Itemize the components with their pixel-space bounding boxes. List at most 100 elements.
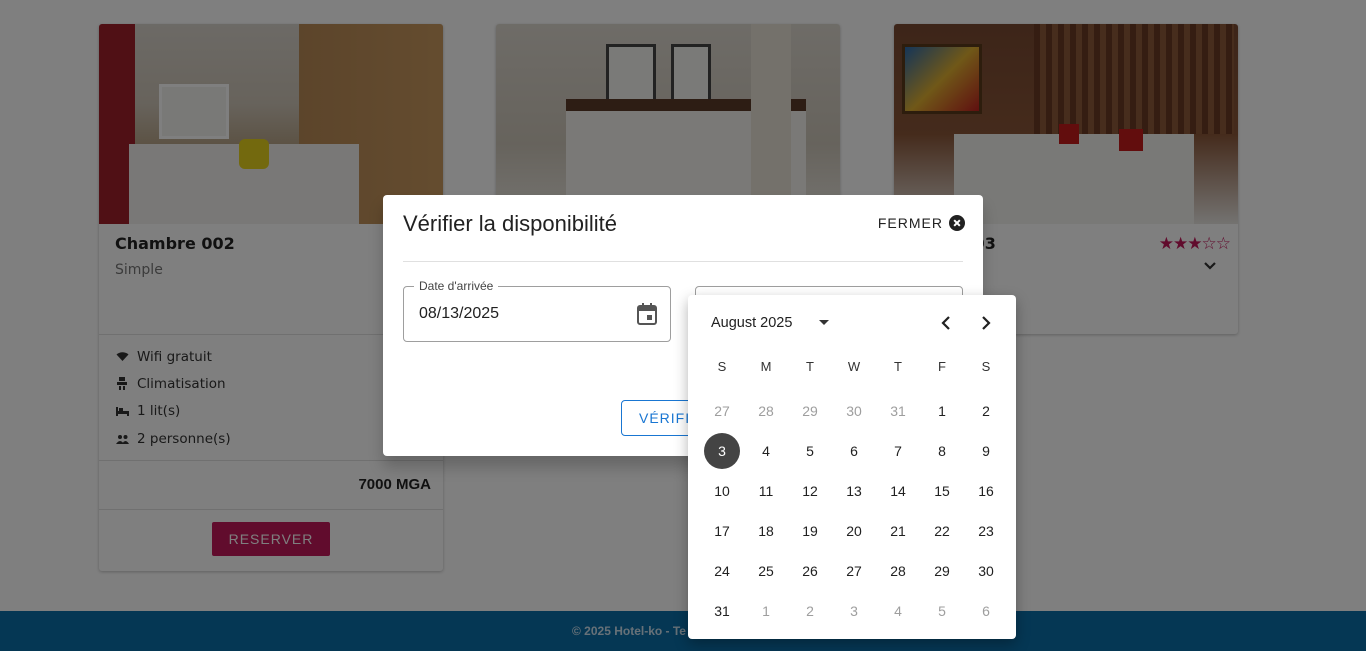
day-cell[interactable]: 15 bbox=[920, 471, 964, 511]
day-number: 9 bbox=[982, 443, 990, 459]
day-cell[interactable]: 16 bbox=[964, 471, 1008, 511]
day-cell[interactable]: 26 bbox=[788, 551, 832, 591]
day-number: 1 bbox=[938, 403, 946, 419]
day-number: 2 bbox=[982, 403, 990, 419]
close-button[interactable]: FERMER bbox=[878, 215, 965, 231]
day-number: 11 bbox=[758, 483, 774, 499]
day-number: 7 bbox=[894, 443, 902, 459]
day-cell[interactable]: 11 bbox=[744, 471, 788, 511]
day-cell[interactable]: 3 bbox=[832, 591, 876, 631]
day-number: 6 bbox=[982, 603, 990, 619]
day-number: 27 bbox=[714, 403, 730, 419]
day-cell[interactable]: 17 bbox=[700, 511, 744, 551]
day-cell[interactable]: 30 bbox=[964, 551, 1008, 591]
day-number: 23 bbox=[978, 523, 994, 539]
day-cell[interactable]: 12 bbox=[788, 471, 832, 511]
day-number: 29 bbox=[934, 563, 950, 579]
close-label: FERMER bbox=[877, 215, 943, 231]
day-cell[interactable]: 14 bbox=[876, 471, 920, 511]
day-number: 5 bbox=[806, 443, 814, 459]
day-cell[interactable]: 9 bbox=[964, 431, 1008, 471]
weekday-label: S bbox=[717, 359, 727, 374]
day-cell[interactable]: 2 bbox=[788, 591, 832, 631]
day-number: 31 bbox=[714, 603, 730, 619]
day-number: 28 bbox=[758, 403, 774, 419]
day-cell[interactable]: 23 bbox=[964, 511, 1008, 551]
weekday-label: W bbox=[847, 359, 861, 374]
day-cell[interactable]: 1 bbox=[744, 591, 788, 631]
day-cell[interactable]: 30 bbox=[832, 391, 876, 431]
day-cell[interactable]: 4 bbox=[876, 591, 920, 631]
arrival-date-value[interactable]: 08/13/2025 bbox=[419, 305, 499, 323]
day-cell[interactable]: 29 bbox=[788, 391, 832, 431]
day-cell[interactable]: 13 bbox=[832, 471, 876, 511]
day-number: 14 bbox=[890, 483, 906, 499]
weekday-header: SMTWTFS bbox=[700, 359, 1008, 374]
day-number: 3 bbox=[704, 433, 740, 469]
day-cell[interactable]: 28 bbox=[876, 551, 920, 591]
day-number: 24 bbox=[714, 563, 730, 579]
weekday-label: M bbox=[760, 359, 772, 374]
month-dropdown-caret-icon[interactable] bbox=[819, 320, 829, 325]
day-cell[interactable]: 20 bbox=[832, 511, 876, 551]
dialog-divider bbox=[403, 261, 963, 262]
day-cell[interactable]: 25 bbox=[744, 551, 788, 591]
selected-day-cell[interactable]: 3 bbox=[700, 431, 744, 471]
day-cell[interactable]: 8 bbox=[920, 431, 964, 471]
weekday-label: T bbox=[894, 359, 902, 374]
day-cell[interactable]: 5 bbox=[920, 591, 964, 631]
day-cell[interactable]: 31 bbox=[700, 591, 744, 631]
day-number: 2 bbox=[806, 603, 814, 619]
weekday-label: F bbox=[938, 359, 946, 374]
day-grid: 27 28 29 30 31 1 2 3 4 5 6 7 8 9 10 11 12 13 14 15 16 17 18 19 2… bbox=[700, 391, 1008, 631]
day-cell[interactable]: 6 bbox=[964, 591, 1008, 631]
day-cell[interactable]: 27 bbox=[832, 551, 876, 591]
day-number: 20 bbox=[846, 523, 862, 539]
day-cell[interactable]: 28 bbox=[744, 391, 788, 431]
day-cell[interactable]: 24 bbox=[700, 551, 744, 591]
day-cell[interactable]: 2 bbox=[964, 391, 1008, 431]
day-cell[interactable]: 1 bbox=[920, 391, 964, 431]
day-number: 19 bbox=[802, 523, 818, 539]
day-cell[interactable]: 18 bbox=[744, 511, 788, 551]
day-cell[interactable]: 29 bbox=[920, 551, 964, 591]
day-number: 17 bbox=[714, 523, 730, 539]
calendar-icon[interactable] bbox=[637, 303, 657, 325]
day-number: 22 bbox=[934, 523, 950, 539]
arrival-date-label: Date d'arrivée bbox=[414, 279, 499, 293]
day-number: 13 bbox=[846, 483, 862, 499]
day-cell[interactable]: 27 bbox=[700, 391, 744, 431]
day-number: 15 bbox=[934, 483, 950, 499]
day-number: 1 bbox=[762, 603, 770, 619]
day-number: 30 bbox=[978, 563, 994, 579]
previous-month-button[interactable] bbox=[936, 313, 956, 333]
day-number: 31 bbox=[890, 403, 906, 419]
dialog-title: Vérifier la disponibilité bbox=[403, 211, 617, 236]
day-cell[interactable]: 31 bbox=[876, 391, 920, 431]
day-number: 30 bbox=[846, 403, 862, 419]
day-cell[interactable]: 7 bbox=[876, 431, 920, 471]
day-number: 8 bbox=[938, 443, 946, 459]
day-number: 27 bbox=[846, 563, 862, 579]
day-number: 16 bbox=[978, 483, 994, 499]
day-cell[interactable]: 6 bbox=[832, 431, 876, 471]
day-cell[interactable]: 4 bbox=[744, 431, 788, 471]
day-number: 21 bbox=[890, 523, 906, 539]
day-number: 26 bbox=[802, 563, 818, 579]
month-year-label[interactable]: August 2025 bbox=[711, 315, 792, 331]
weekday-label: T bbox=[806, 359, 814, 374]
day-cell[interactable]: 22 bbox=[920, 511, 964, 551]
day-cell[interactable]: 10 bbox=[700, 471, 744, 511]
day-number: 25 bbox=[758, 563, 774, 579]
next-month-button[interactable] bbox=[976, 313, 996, 333]
day-cell[interactable]: 19 bbox=[788, 511, 832, 551]
day-number: 6 bbox=[850, 443, 858, 459]
day-number: 28 bbox=[890, 563, 906, 579]
day-cell[interactable]: 5 bbox=[788, 431, 832, 471]
day-number: 4 bbox=[762, 443, 770, 459]
arrival-date-field[interactable]: Date d'arrivée 08/13/2025 bbox=[403, 279, 671, 342]
day-number: 5 bbox=[938, 603, 946, 619]
day-cell[interactable]: 21 bbox=[876, 511, 920, 551]
date-picker: August 2025 SMTWTFS 27 28 29 30 31 1 2 3 4 5 6 7 8 9 1… bbox=[688, 295, 1016, 639]
day-number: 29 bbox=[802, 403, 818, 419]
